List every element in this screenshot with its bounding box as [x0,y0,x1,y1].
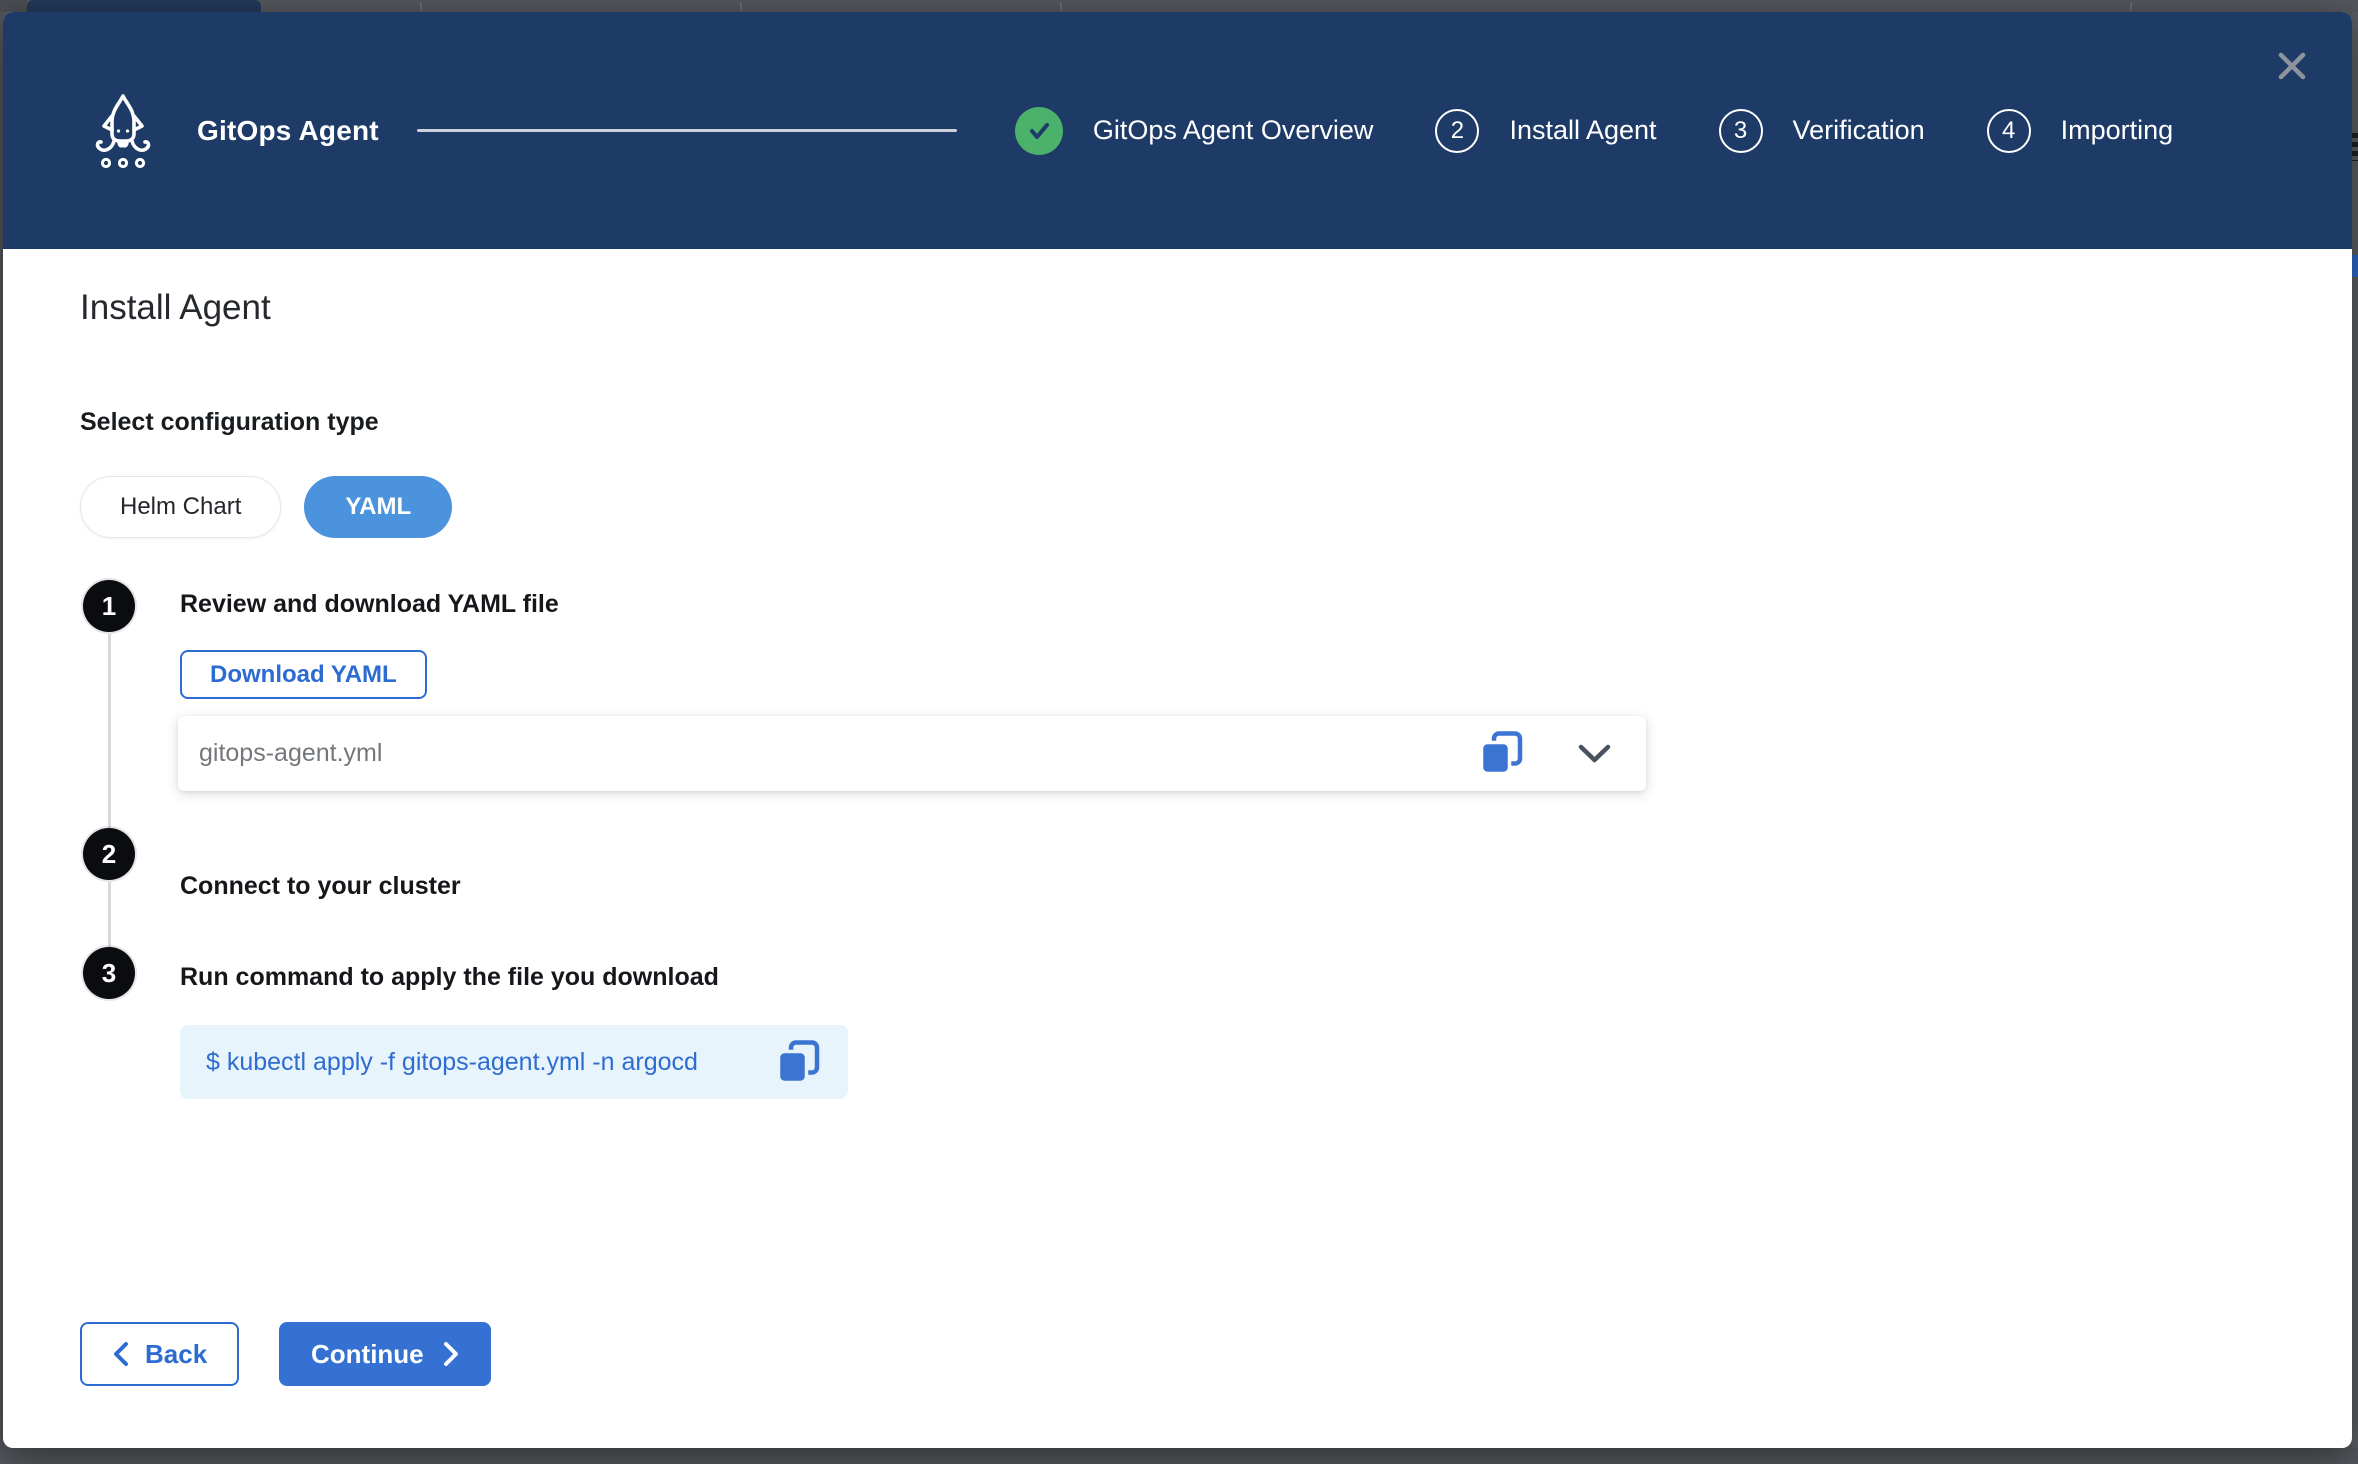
wizard-stepper: GitOps Agent Overview 2 Install Agent 3 … [1015,107,2173,155]
tab-separator [2130,2,2132,11]
stepper-label: Verification [1793,115,1925,146]
config-type-label: Select configuration type [80,408,379,437]
step-complete-badge [1015,107,1063,155]
gitops-agent-squid-icon [83,88,163,174]
back-button[interactable]: Back [80,1322,239,1386]
config-type-toggle: Helm Chart YAML [80,476,452,538]
step-1-number: 1 [83,580,135,632]
yaml-file-row[interactable]: gitops-agent.yml [178,716,1646,791]
kubectl-command-box: $ kubectl apply -f gitops-agent.yml -n a… [180,1025,848,1099]
active-browser-tab[interactable] [27,0,261,12]
check-icon [1024,116,1054,146]
step-connector [108,882,111,947]
close-icon[interactable] [2274,48,2310,84]
hamburger-icon [2352,133,2358,161]
step-2-number: 2 [83,828,135,880]
kubectl-command-text: $ kubectl apply -f gitops-agent.yml -n a… [206,1048,775,1077]
step-3-number: 3 [83,947,135,999]
continue-button-label: Continue [311,1339,424,1370]
chevron-left-icon [112,1341,129,1367]
header-divider [417,129,957,132]
copy-icon[interactable] [775,1039,822,1086]
continue-button[interactable]: Continue [279,1322,491,1386]
step-2-heading: Connect to your cluster [180,872,461,901]
tab-separator [740,2,742,11]
step-3-heading: Run command to apply the file you downlo… [180,963,719,992]
stepper-item-verification[interactable]: 3 Verification [1719,109,1925,153]
step-number-badge: 2 [1435,109,1479,153]
wizard-header: GitOps Agent GitOps Agent Overview 2 Ins… [3,12,2352,249]
option-yaml[interactable]: YAML [304,476,452,538]
gitops-agent-wizard-modal: GitOps Agent GitOps Agent Overview 2 Ins… [3,12,2352,1448]
copy-icon[interactable] [1478,730,1525,777]
stepper-item-install-agent[interactable]: 2 Install Agent [1435,109,1656,153]
chevron-right-icon [442,1341,459,1367]
yaml-file-name: gitops-agent.yml [199,739,1478,768]
tabs-corner [0,0,27,12]
chevron-down-icon[interactable] [1577,743,1612,765]
tab-separator [1060,2,1062,11]
download-yaml-button[interactable]: Download YAML [180,650,427,699]
stepper-label: Install Agent [1509,115,1656,146]
stepper-item-importing[interactable]: 4 Importing [1987,109,2174,153]
option-helm-chart[interactable]: Helm Chart [80,476,281,538]
stepper-label: Importing [2061,115,2174,146]
step-connector [108,634,111,828]
page-title: Install Agent [80,288,271,328]
stepper-label: GitOps Agent Overview [1093,115,1374,146]
tab-separator [420,2,422,11]
step-number-badge: 3 [1719,109,1763,153]
step-number-badge: 4 [1987,109,2031,153]
step-1-heading: Review and download YAML file [180,590,559,619]
page-edge-sliver [2352,12,2358,1448]
clipped-text-fragment [2352,255,2358,277]
stepper-item-overview[interactable]: GitOps Agent Overview [1015,107,1374,155]
product-title: GitOps Agent [197,115,379,147]
back-button-label: Back [145,1339,207,1370]
browser-tabs-strip [0,0,2358,12]
